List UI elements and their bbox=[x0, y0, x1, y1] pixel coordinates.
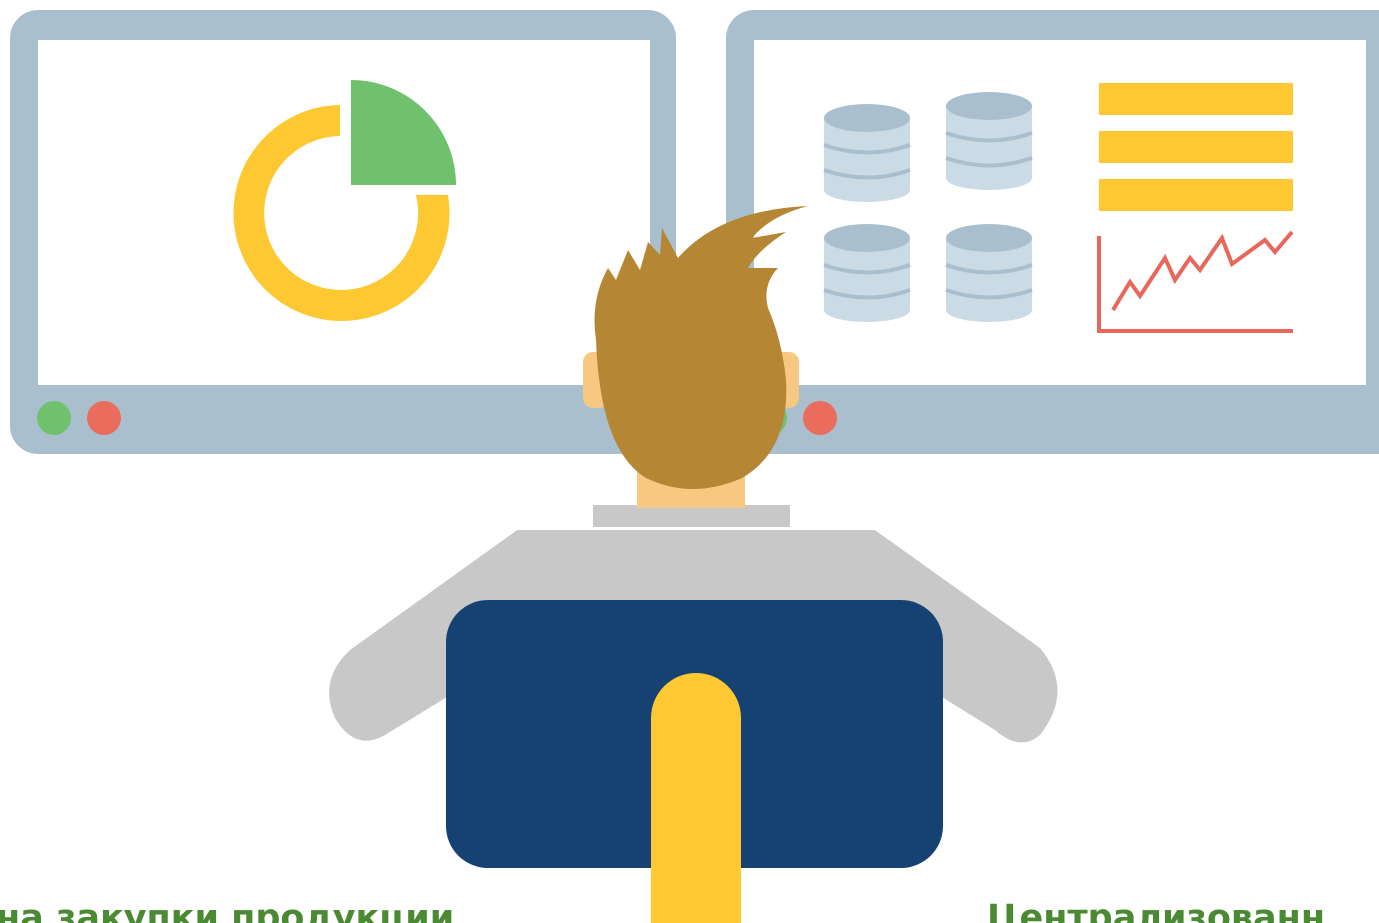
left-monitor-red-light bbox=[87, 401, 121, 435]
database-icon bbox=[823, 104, 911, 202]
collar bbox=[593, 505, 790, 527]
chair bbox=[446, 600, 943, 923]
left-monitor bbox=[10, 10, 676, 454]
chair-stripe bbox=[651, 673, 741, 923]
analytics-scene bbox=[10, 10, 1379, 923]
caption-right: Централизованн bbox=[987, 898, 1326, 923]
left-monitor-green-light bbox=[37, 401, 71, 435]
database-icon bbox=[945, 224, 1033, 322]
left-monitor-screen bbox=[38, 40, 650, 385]
right-monitor bbox=[726, 10, 1379, 454]
right-monitor-red-light bbox=[803, 401, 837, 435]
database-icon bbox=[945, 92, 1033, 190]
caption-left: на закупки продукции bbox=[0, 898, 455, 923]
database-icon bbox=[823, 224, 911, 322]
illustration: на закупки продукции Централизованн bbox=[0, 0, 1379, 923]
list-bars-icon bbox=[1099, 83, 1293, 211]
